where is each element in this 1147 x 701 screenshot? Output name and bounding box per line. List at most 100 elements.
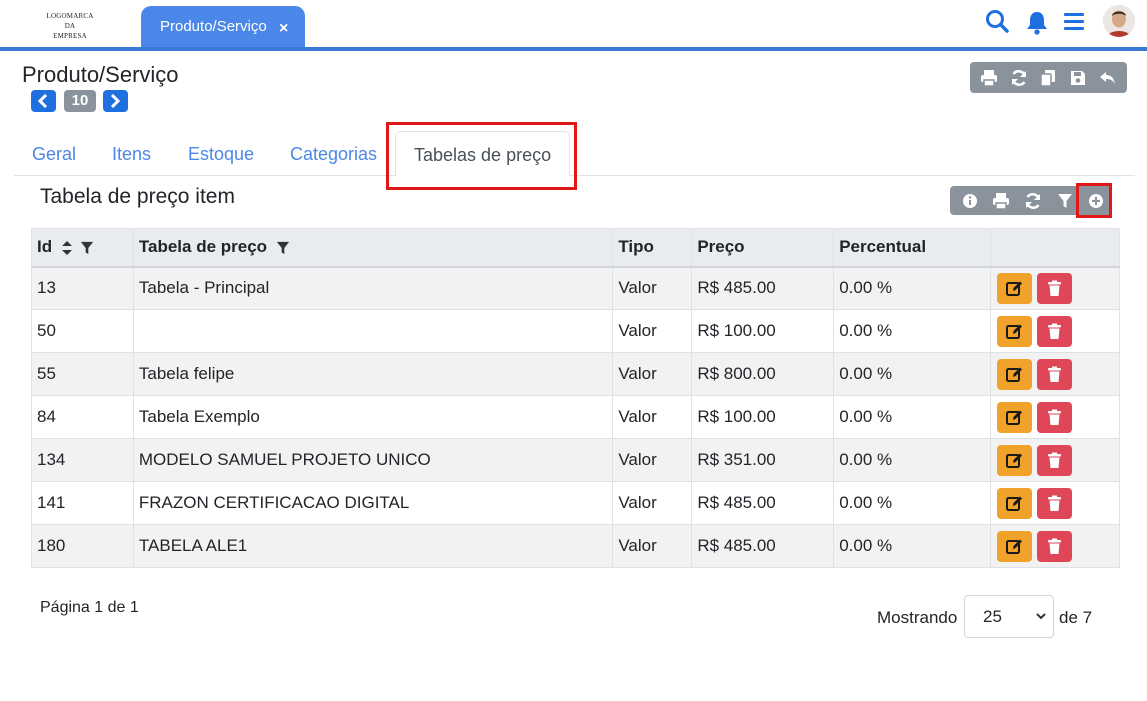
cell-tipo: Valor bbox=[612, 524, 693, 568]
edit-button[interactable] bbox=[997, 358, 1033, 390]
page-size-select[interactable]: 25 bbox=[964, 595, 1054, 638]
cell-preco: R$ 100.00 bbox=[691, 395, 835, 439]
table-row[interactable]: 50 Valor R$ 100.00 0.00 % bbox=[31, 309, 1120, 353]
cell-actions bbox=[990, 352, 1120, 396]
page-size-value: 25 bbox=[983, 607, 1002, 626]
grid-toolbar bbox=[950, 186, 1112, 215]
edit-button[interactable] bbox=[997, 444, 1033, 476]
cell-id: 134 bbox=[31, 438, 134, 482]
cell-tabela: MODELO SAMUEL PROJETO UNICO bbox=[132, 438, 614, 482]
save-icon[interactable] bbox=[1065, 65, 1091, 91]
cell-tabela: Tabela - Principal bbox=[132, 266, 614, 310]
document-tab-label: Produto/Serviço bbox=[160, 18, 267, 35]
menu-icon[interactable] bbox=[1062, 8, 1088, 36]
top-bar: LOGOMARCA DA EMPRESA Produto/Serviço × bbox=[0, 0, 1147, 51]
filter-icon[interactable] bbox=[276, 241, 290, 255]
avatar[interactable] bbox=[1103, 5, 1135, 37]
undo-icon[interactable] bbox=[1095, 65, 1121, 91]
cell-tipo: Valor bbox=[612, 438, 693, 482]
print-icon[interactable] bbox=[976, 65, 1002, 91]
cell-tabela: Tabela Exemplo bbox=[132, 395, 614, 439]
column-header-tabela[interactable]: Tabela de preço bbox=[132, 228, 614, 268]
cell-preco: R$ 800.00 bbox=[691, 352, 835, 396]
close-icon[interactable]: × bbox=[279, 20, 288, 38]
company-logo[interactable]: LOGOMARCA DA EMPRESA bbox=[40, 11, 100, 41]
cell-percentual: 0.00 % bbox=[833, 481, 992, 525]
tab-geral[interactable]: Geral bbox=[32, 144, 76, 165]
table-header-row: Id Tabela de preço Tipo Preço Percentual bbox=[31, 228, 1120, 268]
sort-icon[interactable] bbox=[61, 240, 73, 256]
delete-button[interactable] bbox=[1037, 530, 1073, 562]
cell-percentual: 0.00 % bbox=[833, 524, 992, 568]
table-row[interactable]: 141 FRAZON CERTIFICACAO DIGITAL Valor R$ 48… bbox=[31, 481, 1120, 525]
tab-tabelas-de-preco[interactable]: Tabelas de preço bbox=[395, 131, 571, 177]
cell-id: 50 bbox=[31, 309, 134, 353]
tab-categorias[interactable]: Categorias bbox=[290, 144, 377, 165]
cell-id: 84 bbox=[31, 395, 134, 439]
print-icon[interactable] bbox=[986, 186, 1018, 215]
delete-button[interactable] bbox=[1037, 487, 1073, 519]
delete-button[interactable] bbox=[1037, 315, 1073, 347]
delete-button[interactable] bbox=[1037, 401, 1073, 433]
cell-actions bbox=[990, 266, 1120, 310]
column-header-preco[interactable]: Preço bbox=[691, 228, 835, 268]
cell-tipo: Valor bbox=[612, 352, 693, 396]
add-icon[interactable] bbox=[1080, 186, 1112, 215]
info-icon[interactable] bbox=[954, 186, 986, 215]
search-icon[interactable] bbox=[985, 8, 1011, 36]
cell-tipo: Valor bbox=[612, 481, 693, 525]
cell-actions bbox=[990, 395, 1120, 439]
cell-percentual: 0.00 % bbox=[833, 309, 992, 353]
cell-preco: R$ 485.00 bbox=[691, 524, 835, 568]
cell-actions bbox=[990, 309, 1120, 353]
refresh-icon[interactable] bbox=[1017, 186, 1049, 215]
delete-button[interactable] bbox=[1037, 272, 1073, 304]
copy-icon[interactable] bbox=[1035, 65, 1061, 91]
previous-record-button[interactable] bbox=[31, 90, 56, 112]
column-header-actions bbox=[990, 228, 1120, 268]
table-row[interactable]: 180 TABELA ALE1 Valor R$ 485.00 0.00 % bbox=[31, 524, 1120, 568]
logo-line1: LOGOMARCA bbox=[46, 12, 94, 20]
page-info: Página 1 de 1 bbox=[40, 599, 139, 616]
showing-label: Mostrando bbox=[877, 608, 958, 627]
chevron-down-icon bbox=[1036, 613, 1046, 620]
column-header-percentual[interactable]: Percentual bbox=[833, 228, 992, 268]
cell-percentual: 0.00 % bbox=[833, 266, 992, 310]
chevron-left-icon bbox=[37, 94, 48, 108]
column-header-id-label: Id bbox=[37, 237, 53, 257]
column-header-id[interactable]: Id bbox=[31, 228, 134, 268]
tab-bar: Geral Itens Estoque Categorias Tabelas d… bbox=[14, 131, 1135, 177]
table-row[interactable]: 134 MODELO SAMUEL PROJETO UNICO Valor R$ 35… bbox=[31, 438, 1120, 482]
document-tab[interactable]: Produto/Serviço × bbox=[141, 6, 305, 47]
next-record-button[interactable] bbox=[103, 90, 128, 112]
delete-button[interactable] bbox=[1037, 358, 1073, 390]
filter-icon[interactable] bbox=[80, 241, 94, 255]
cell-preco: R$ 485.00 bbox=[691, 481, 835, 525]
cell-id: 180 bbox=[31, 524, 134, 568]
table-row[interactable]: 84 Tabela Exemplo Valor R$ 100.00 0.00 % bbox=[31, 395, 1120, 439]
edit-button[interactable] bbox=[997, 530, 1033, 562]
cell-preco: R$ 351.00 bbox=[691, 438, 835, 482]
page-title: Produto/Serviço bbox=[22, 62, 179, 87]
edit-button[interactable] bbox=[997, 487, 1033, 519]
delete-button[interactable] bbox=[1037, 444, 1073, 476]
record-number: 10 bbox=[64, 90, 96, 112]
edit-button[interactable] bbox=[997, 401, 1033, 433]
tab-estoque[interactable]: Estoque bbox=[188, 144, 254, 165]
cell-tipo: Valor bbox=[612, 266, 693, 310]
refresh-icon[interactable] bbox=[1006, 65, 1032, 91]
cell-tipo: Valor bbox=[612, 395, 693, 439]
cell-preco: R$ 100.00 bbox=[691, 309, 835, 353]
record-toolbar bbox=[970, 62, 1127, 93]
tab-itens[interactable]: Itens bbox=[112, 144, 151, 165]
filter-icon[interactable] bbox=[1049, 186, 1081, 215]
cell-tabela: Tabela felipe bbox=[132, 352, 614, 396]
edit-button[interactable] bbox=[997, 272, 1033, 304]
cell-actions bbox=[990, 481, 1120, 525]
cell-percentual: 0.00 % bbox=[833, 352, 992, 396]
table-row[interactable]: 55 Tabela felipe Valor R$ 800.00 0.00 % bbox=[31, 352, 1120, 396]
edit-button[interactable] bbox=[997, 315, 1033, 347]
column-header-tipo[interactable]: Tipo bbox=[612, 228, 693, 268]
bell-icon[interactable] bbox=[1024, 8, 1050, 36]
table-row[interactable]: 13 Tabela - Principal Valor R$ 485.00 0.00 % bbox=[31, 266, 1120, 310]
